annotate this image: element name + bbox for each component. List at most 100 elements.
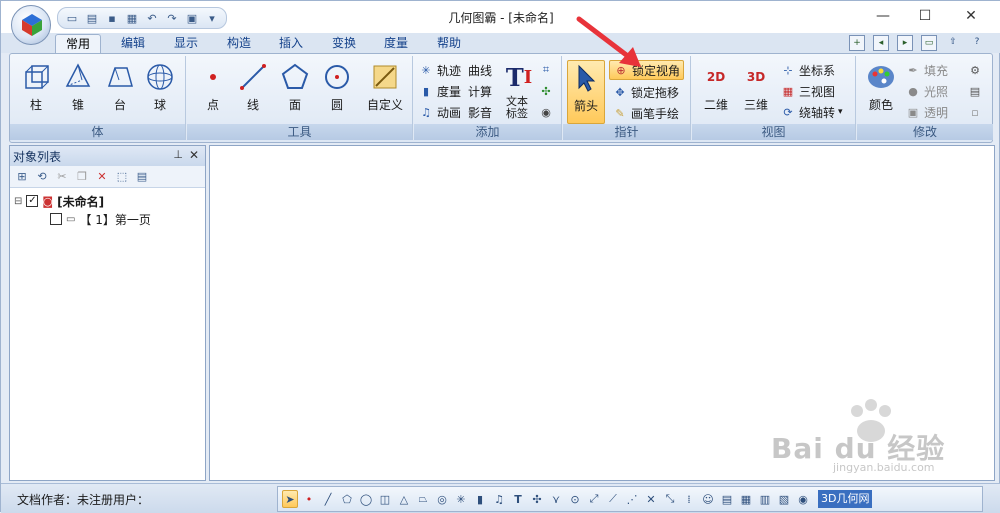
circle-button[interactable]: 圆 bbox=[319, 60, 355, 120]
2d-label: 二维 bbox=[703, 98, 728, 112]
line-tool-icon[interactable]: ╱ bbox=[320, 490, 336, 508]
sphere-button[interactable]: 球 bbox=[142, 60, 178, 120]
tab-measure[interactable]: 度量 bbox=[374, 34, 418, 53]
lighting-button[interactable]: ● 光照 bbox=[905, 81, 948, 101]
properties-tool-icon[interactable]: ▤ bbox=[719, 490, 735, 508]
rotate-axis-button[interactable]: ⟳ 绕轴转 ▾ bbox=[780, 102, 842, 122]
frustum-button[interactable]: 台 bbox=[102, 60, 138, 120]
expand-icon[interactable]: ⊞ bbox=[14, 169, 30, 185]
graph-small-icon-button[interactable]: ✣ bbox=[538, 81, 554, 101]
xy-icon: ⌗ bbox=[542, 63, 550, 76]
tree-page[interactable]: ▭ 【 1】第一页 bbox=[50, 210, 151, 228]
ellipse-tool-icon[interactable]: ⊙ bbox=[567, 490, 583, 508]
next-page-icon[interactable]: ▸ bbox=[897, 35, 913, 51]
circle-tool-icon[interactable]: ◯ bbox=[358, 490, 374, 508]
midpoint-tool-icon[interactable]: ⁞ bbox=[681, 490, 697, 508]
measure-tool-icon[interactable]: ▮ bbox=[472, 490, 488, 508]
tab-common[interactable]: 常用 bbox=[55, 34, 102, 53]
cut-icon[interactable]: ✂ bbox=[54, 169, 70, 185]
coord-system-button[interactable]: ⊹ 坐标系 bbox=[780, 60, 835, 80]
group-body: 柱 锥 台 球 体 bbox=[10, 56, 186, 140]
point-tool-icon[interactable]: • bbox=[301, 490, 317, 508]
pen-draw-button[interactable]: ✎ 画笔手绘 bbox=[612, 103, 679, 123]
tab-transform[interactable]: 变换 bbox=[322, 34, 366, 53]
text-tool-icon[interactable]: T bbox=[510, 490, 526, 508]
transparency-button[interactable]: ▣ 透明 bbox=[905, 102, 948, 122]
pyramid-tool-icon[interactable]: △ bbox=[396, 490, 412, 508]
vector-tool-icon[interactable]: ⤢ bbox=[586, 490, 602, 508]
root-checkbox[interactable]: ✓ bbox=[26, 195, 39, 207]
polygon-tool-icon[interactable]: ⬠ bbox=[339, 490, 355, 508]
eye-small-icon-button[interactable]: ◉ bbox=[538, 102, 554, 122]
line-button[interactable]: 线 bbox=[235, 60, 271, 120]
lock-drag-button[interactable]: ✥ 锁定拖移 bbox=[612, 82, 679, 102]
group-pointer-label: 指针 bbox=[563, 124, 690, 140]
coord-small-icon-button[interactable]: ⌗ bbox=[538, 60, 554, 80]
2d-button[interactable]: 2D 二维 bbox=[698, 60, 734, 120]
frustum-tool-icon[interactable]: ⏢ bbox=[415, 490, 431, 508]
app-menu-button[interactable] bbox=[11, 5, 51, 45]
media-button[interactable]: 影音 bbox=[468, 102, 492, 122]
calculate-button[interactable]: 计算 bbox=[468, 81, 492, 101]
properties-icon[interactable]: ▤ bbox=[134, 169, 150, 185]
copy-icon[interactable]: ❐ bbox=[74, 169, 90, 185]
tab-display[interactable]: 显示 bbox=[164, 34, 208, 53]
text-label-button[interactable]: TI 文本标签 bbox=[502, 60, 532, 120]
tab-construct[interactable]: 构造 bbox=[217, 34, 261, 53]
animation-tool-icon[interactable]: ♫ bbox=[491, 490, 507, 508]
face-button[interactable]: 面 bbox=[277, 60, 313, 120]
graph-tool-icon[interactable]: ✣ bbox=[529, 490, 545, 508]
website-link[interactable]: 3D几何网 bbox=[818, 490, 873, 508]
page-checkbox[interactable] bbox=[50, 213, 62, 225]
prism-tool-icon[interactable]: ◫ bbox=[377, 490, 393, 508]
add-page-icon[interactable]: + bbox=[849, 35, 865, 51]
custom-button[interactable]: 自定义 bbox=[363, 60, 407, 120]
three-view-button[interactable]: ▦ 三视图 bbox=[780, 81, 835, 101]
help-icon[interactable]: ? bbox=[969, 35, 985, 51]
arrow-label: 箭头 bbox=[573, 99, 598, 113]
refresh-icon[interactable]: ⟲ bbox=[34, 169, 50, 185]
3d-button[interactable]: 3D 三维 bbox=[738, 60, 774, 120]
smiley-tool-icon[interactable]: ☺ bbox=[700, 490, 716, 508]
prism-button[interactable]: 柱 bbox=[18, 60, 54, 120]
prev-page-icon[interactable]: ◂ bbox=[873, 35, 889, 51]
web-tool-icon[interactable]: ◉ bbox=[795, 490, 811, 508]
segment-tool-icon[interactable]: ⟋ bbox=[605, 490, 621, 508]
layer-button[interactable]: ▫ bbox=[967, 102, 983, 122]
cross-tool-icon[interactable]: ✕ bbox=[643, 490, 659, 508]
table-tool-icon[interactable]: ▧ bbox=[776, 490, 792, 508]
locus-button[interactable]: ✳ 轨迹 bbox=[418, 60, 461, 80]
window-icon[interactable]: ▭ bbox=[921, 35, 937, 51]
intersection-tool-icon[interactable]: ⋎ bbox=[548, 490, 564, 508]
select-icon[interactable]: ⬚ bbox=[114, 169, 130, 185]
annotation-arrow bbox=[576, 16, 641, 67]
app-window: ▭ ▤ ▪ ▦ ↶ ↷ ▣ ▾ 几何图霸 - [未命名] — ☐ ✕ 常用 编辑… bbox=[0, 0, 1000, 513]
delete-icon[interactable]: ✕ bbox=[94, 169, 110, 185]
color-button[interactable]: 颜色 bbox=[863, 60, 899, 120]
split-tool-icon[interactable]: ⋰ bbox=[624, 490, 640, 508]
arrow-tool-icon[interactable]: ➤ bbox=[282, 490, 298, 508]
upgrade-icon[interactable]: ⇧ bbox=[945, 35, 961, 51]
tab-help[interactable]: 帮助 bbox=[427, 34, 471, 53]
close-button[interactable]: ✕ bbox=[951, 5, 991, 27]
close-icon[interactable]: ✕ bbox=[189, 148, 199, 162]
measure-button[interactable]: ▮ 度量 bbox=[418, 81, 461, 101]
settings-button[interactable]: ⚙ bbox=[967, 60, 983, 80]
locus-tool-icon[interactable]: ✳ bbox=[453, 490, 469, 508]
tab-edit[interactable]: 编辑 bbox=[111, 34, 155, 53]
chart-tool-icon[interactable]: ▥ bbox=[757, 490, 773, 508]
properties-button[interactable]: ▤ bbox=[967, 81, 983, 101]
tree-root[interactable]: ⊟ ✓ ◙ [未命名] bbox=[14, 192, 104, 210]
minimize-button[interactable]: — bbox=[863, 5, 903, 27]
maximize-button[interactable]: ☐ bbox=[905, 5, 945, 27]
point-button[interactable]: 点 bbox=[195, 60, 231, 120]
curve-button[interactable]: 曲线 bbox=[468, 60, 492, 80]
pyramid-button[interactable]: 锥 bbox=[60, 60, 96, 120]
sphere-tool-icon[interactable]: ◎ bbox=[434, 490, 450, 508]
fill-button[interactable]: ✒ 填充 bbox=[905, 60, 948, 80]
animation-button[interactable]: ♫ 动画 bbox=[418, 102, 461, 122]
tab-insert[interactable]: 插入 bbox=[269, 34, 313, 53]
pin-icon[interactable]: ⊥ bbox=[173, 148, 183, 161]
ray-tool-icon[interactable]: ⤡ bbox=[662, 490, 678, 508]
grid-tool-icon[interactable]: ▦ bbox=[738, 490, 754, 508]
